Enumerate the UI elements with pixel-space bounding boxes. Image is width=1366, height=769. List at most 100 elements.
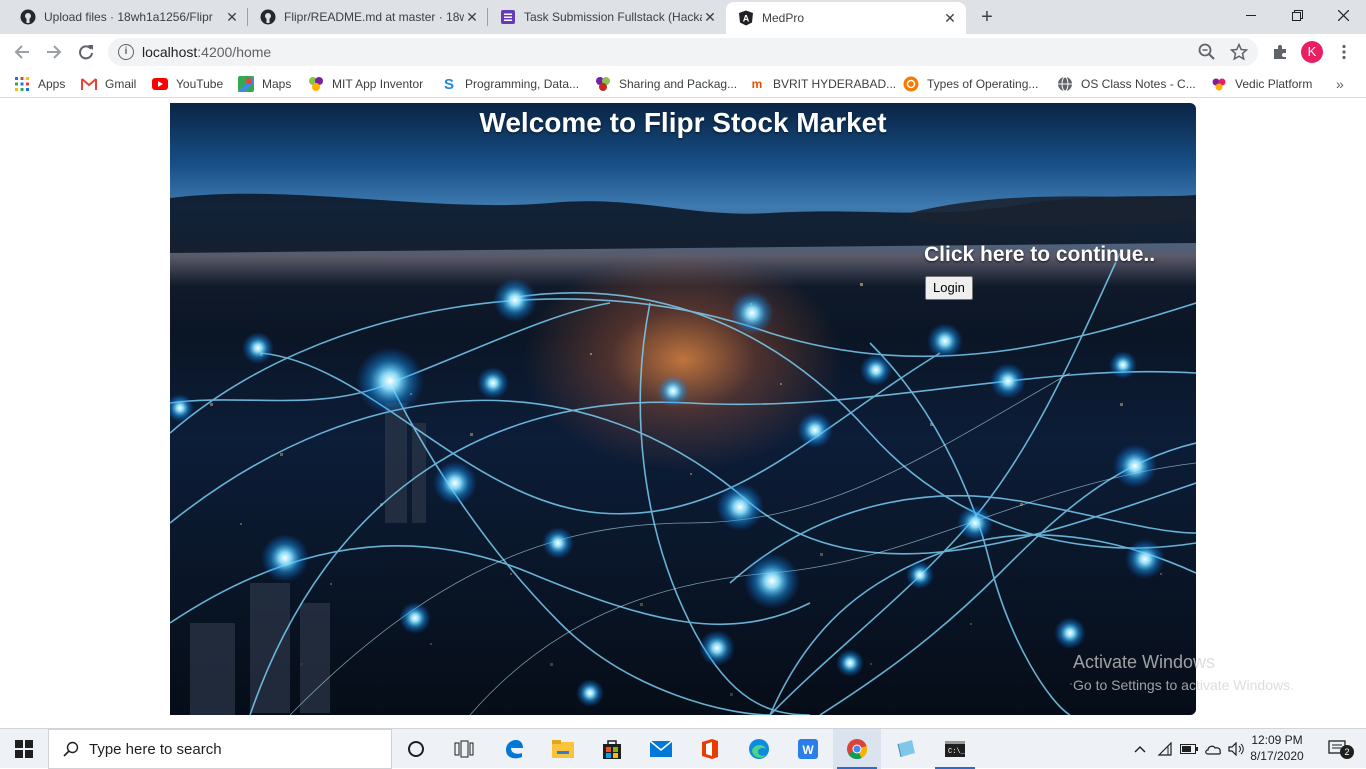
bookmark-label: Vedic Platform: [1235, 77, 1313, 91]
youtube-icon: [152, 76, 168, 92]
bookmark-label: Programming, Data...: [465, 77, 580, 91]
tab-task-submission[interactable]: Task Submission Fullstack (Hacka ✕: [488, 0, 726, 34]
angular-icon: A: [738, 10, 754, 26]
bookmark-bvrit[interactable]: m BVRIT HYDERABAD...: [749, 75, 896, 93]
bookmark-apps[interactable]: Apps: [14, 75, 65, 93]
start-button[interactable]: [0, 729, 48, 769]
task-view-icon[interactable]: [440, 729, 488, 769]
office-icon[interactable]: [686, 729, 734, 769]
login-button[interactable]: Login: [925, 276, 973, 300]
close-tab-icon[interactable]: ✕: [464, 9, 480, 25]
bookmarks-bar: Apps Gmail YouTube Maps MIT App Inventor…: [0, 70, 1366, 98]
windows-taskbar: Type here to search W C:\_ 12:09 PM 8/17…: [0, 728, 1366, 769]
forward-button[interactable]: [42, 40, 66, 64]
sharing-icon: [595, 76, 611, 92]
onedrive-cloud-icon[interactable]: [1202, 729, 1224, 769]
new-tab-button[interactable]: +: [976, 6, 998, 28]
bookmark-label: BVRIT HYDERABAD...: [773, 77, 897, 91]
site-info-icon[interactable]: i: [118, 44, 134, 60]
bookmark-label: Apps: [38, 77, 66, 91]
url-path: :4200/home: [197, 44, 272, 60]
github-icon: [260, 9, 276, 25]
bookmark-programming[interactable]: S Programming, Data...: [441, 75, 579, 93]
notepad-icon[interactable]: [882, 729, 930, 769]
bookmark-sharing[interactable]: Sharing and Packag...: [595, 75, 737, 93]
edge-legacy-icon[interactable]: [490, 729, 538, 769]
tab-readme[interactable]: Flipr/README.md at master · 18wh ✕: [248, 0, 488, 34]
reload-button[interactable]: [74, 40, 98, 64]
activate-windows-watermark-title: Activate Windows: [1073, 652, 1216, 672]
taskbar-clock[interactable]: 12:09 PM 8/17/2020: [1244, 732, 1310, 764]
activate-windows-watermark-subtitle: Go to Settings to activate Windows.: [1073, 677, 1294, 693]
mail-icon[interactable]: [637, 729, 685, 769]
bookmark-vedic-platform[interactable]: Vedic Platform: [1211, 75, 1312, 93]
chrome-menu-icon[interactable]: [1332, 40, 1356, 64]
tab-medpro[interactable]: A MedPro ✕: [726, 2, 966, 34]
cortana-icon[interactable]: [392, 729, 440, 769]
maps-icon: [238, 76, 254, 92]
bookmark-gmail[interactable]: Gmail: [81, 75, 136, 93]
search-placeholder: Type here to search: [89, 740, 222, 758]
taskbar-search-box[interactable]: Type here to search: [48, 729, 392, 769]
forms-icon: [500, 9, 516, 25]
page-content: Welcome to Flipr Stock Market Click here…: [0, 99, 1366, 727]
github-icon: [20, 9, 36, 25]
clock-date: 8/17/2020: [1250, 749, 1304, 763]
bookmark-label: Types of Operating...: [927, 77, 1039, 91]
close-tab-icon[interactable]: ✕: [942, 10, 958, 26]
battery-icon[interactable]: [1178, 729, 1200, 769]
apps-grid-icon: [14, 76, 30, 92]
bookmark-youtube[interactable]: YouTube: [152, 75, 223, 93]
arrow-right-icon: [47, 45, 62, 59]
edge-icon[interactable]: [735, 729, 783, 769]
command-prompt-icon[interactable]: C:\_: [931, 729, 979, 769]
notification-center-icon[interactable]: 2: [1318, 729, 1358, 769]
bookmark-label: YouTube: [176, 77, 224, 91]
s-icon: S: [443, 75, 454, 93]
tab-upload-files[interactable]: Upload files · 18wh1a1256/Flipr ✕: [8, 0, 248, 34]
bookmark-label: Gmail: [105, 77, 137, 91]
tab-title: MedPro: [762, 11, 805, 25]
profile-avatar[interactable]: K: [1300, 40, 1324, 64]
extensions-icon[interactable]: [1268, 40, 1292, 64]
bookmark-types-of-os[interactable]: Types of Operating...: [903, 75, 1038, 93]
profile-initial: K: [1301, 41, 1323, 63]
continue-prompt: Click here to continue..: [924, 243, 1156, 266]
svg-text:A: A: [743, 14, 750, 24]
zoom-icon[interactable]: [1198, 43, 1216, 66]
mit-app-inventor-icon: [308, 76, 324, 92]
search-icon: [63, 741, 79, 757]
wps-writer-icon[interactable]: W: [784, 729, 832, 769]
bookmark-mit-app-inventor[interactable]: MIT App Inventor: [308, 75, 423, 93]
notification-count-badge: 2: [1340, 745, 1354, 759]
browser-tab-strip: Upload files · 18wh1a1256/Flipr ✕ Flipr/…: [0, 0, 1366, 34]
minimize-window-button[interactable]: [1228, 0, 1274, 30]
file-explorer-icon[interactable]: [539, 729, 587, 769]
bookmark-label: MIT App Inventor: [332, 77, 424, 91]
bookmark-os-class-notes[interactable]: OS Class Notes - C...: [1057, 75, 1196, 93]
url-text: localhost:4200/home: [142, 44, 271, 60]
bvrit-icon: m: [751, 77, 763, 91]
close-window-button[interactable]: [1320, 0, 1366, 30]
back-button[interactable]: [10, 40, 34, 64]
more-bookmarks-chevron-icon[interactable]: »: [1336, 75, 1344, 93]
bookmark-label: Sharing and Packag...: [619, 77, 738, 91]
close-tab-icon[interactable]: ✕: [702, 9, 718, 25]
city-network-illustration: [170, 193, 1196, 715]
globe-icon: [1057, 76, 1073, 92]
hero-background-image: Welcome to Flipr Stock Market Click here…: [170, 103, 1196, 715]
tab-title: Flipr/README.md at master · 18wh: [284, 10, 464, 24]
chrome-taskbar-icon[interactable]: [833, 729, 881, 769]
windows-logo-icon: [15, 740, 33, 758]
bookmark-star-icon[interactable]: [1229, 42, 1249, 66]
show-hidden-icons-chevron-icon[interactable]: [1130, 729, 1150, 769]
microsoft-store-icon[interactable]: [588, 729, 636, 769]
address-bar[interactable]: i localhost:4200/home: [108, 38, 1258, 66]
page-title: Welcome to Flipr Stock Market: [479, 107, 887, 138]
tab-title: Task Submission Fullstack (Hacka: [524, 10, 702, 24]
close-tab-icon[interactable]: ✕: [224, 9, 240, 25]
bookmark-maps[interactable]: Maps: [238, 75, 291, 93]
restore-window-button[interactable]: [1274, 0, 1320, 30]
wifi-icon[interactable]: [1154, 729, 1176, 769]
reload-icon: [79, 45, 93, 60]
